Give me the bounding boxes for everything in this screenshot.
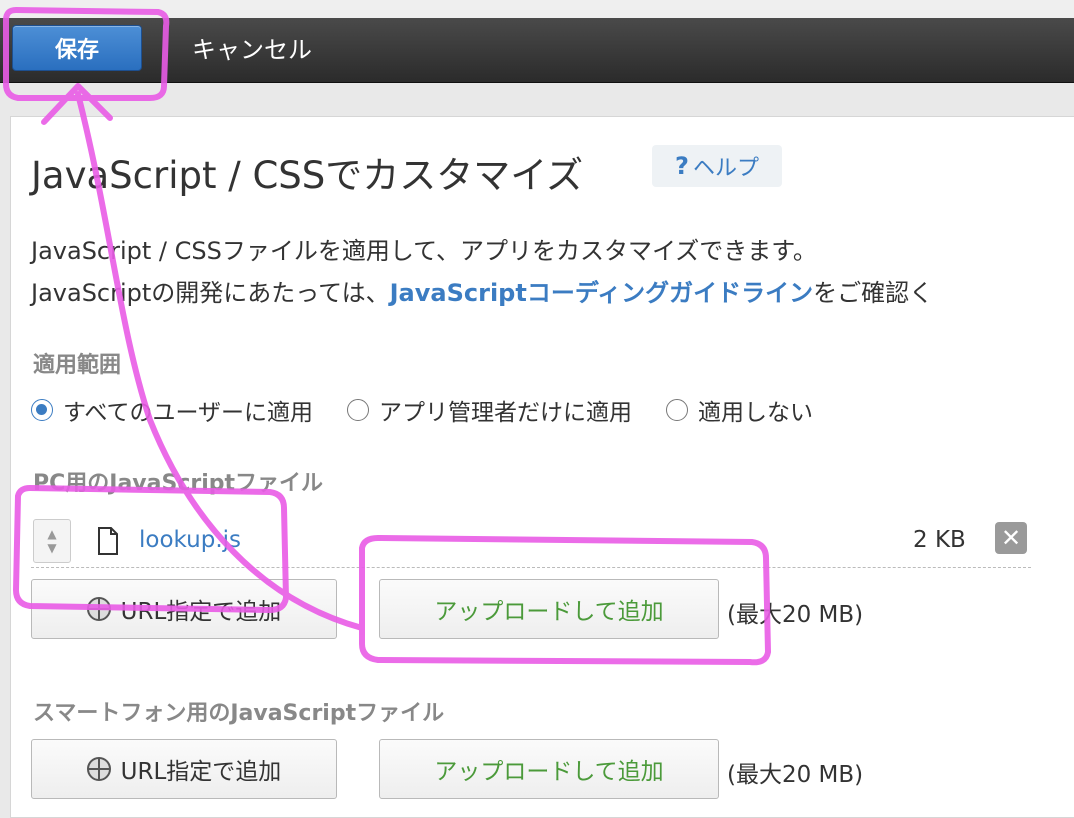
toolbar: 保存 キャンセル: [0, 18, 1074, 83]
coding-guideline-link[interactable]: JavaScriptコーディングガイドライン: [390, 279, 814, 307]
description-line-2: JavaScriptの開発にあたっては、JavaScriptコーディングガイドラ…: [31, 273, 933, 308]
file-row: ▲ ▼ lookup.js 2 KB ✕: [31, 517, 1031, 568]
mobile-add-url-button[interactable]: URL指定で追加: [31, 739, 337, 799]
help-button[interactable]: ? ヘルプ: [652, 145, 782, 187]
description-line-1: JavaScript / CSSファイルを適用して、アプリをカスタマイズできます…: [31, 237, 817, 265]
globe-icon: [86, 597, 111, 621]
scope-option-all-users[interactable]: すべてのユーザーに適用: [31, 393, 313, 427]
settings-panel: JavaScript / CSSでカスタマイズ ? ヘルプ JavaScript…: [10, 116, 1074, 818]
globe-icon: [86, 757, 111, 781]
pc-max-size: (最大20 MB): [727, 602, 864, 628]
scope-radio-group: すべてのユーザーに適用 アプリ管理者だけに適用 適用しない: [31, 393, 847, 427]
pc-js-label: PC用のJavaScriptファイル: [33, 471, 324, 496]
remove-file-button[interactable]: ✕: [995, 522, 1027, 554]
scope-option-none[interactable]: 適用しない: [666, 393, 813, 427]
file-size: 2 KB: [913, 527, 966, 553]
mobile-upload-button[interactable]: アップロードして追加: [379, 739, 719, 799]
mobile-max-size: (最大20 MB): [727, 762, 864, 788]
scope-option-label: すべてのユーザーに適用: [63, 400, 314, 426]
scope-label: 適用範囲: [33, 353, 122, 378]
scope-option-admins-only[interactable]: アプリ管理者だけに適用: [347, 393, 632, 427]
cancel-button[interactable]: キャンセル: [192, 28, 312, 66]
top-strip: [0, 0, 1074, 18]
scope-option-label: 適用しない: [698, 400, 814, 426]
description-prefix: JavaScriptの開発にあたっては、: [31, 279, 390, 307]
file-icon: [98, 527, 118, 555]
help-icon: ?: [675, 152, 689, 180]
add-url-label: URL指定で追加: [120, 759, 282, 785]
sort-arrows-icon[interactable]: ▲ ▼: [33, 519, 71, 563]
help-label: ヘルプ: [692, 156, 759, 181]
radio-unchecked[interactable]: [666, 399, 689, 421]
scope-option-label: アプリ管理者だけに適用: [379, 400, 633, 426]
file-name-link[interactable]: lookup.js: [139, 527, 241, 553]
radio-checked[interactable]: [31, 399, 53, 421]
mobile-js-label: スマートフォン用のJavaScriptファイル: [33, 701, 445, 726]
page-title: JavaScript / CSSでカスタマイズ: [31, 154, 584, 197]
save-button[interactable]: 保存: [12, 25, 142, 71]
pc-upload-button[interactable]: アップロードして追加: [379, 579, 719, 639]
radio-unchecked[interactable]: [347, 399, 370, 421]
pc-add-url-button[interactable]: URL指定で追加: [31, 579, 337, 639]
description-suffix: をご確認く: [813, 279, 934, 307]
add-url-label: URL指定で追加: [120, 599, 282, 625]
